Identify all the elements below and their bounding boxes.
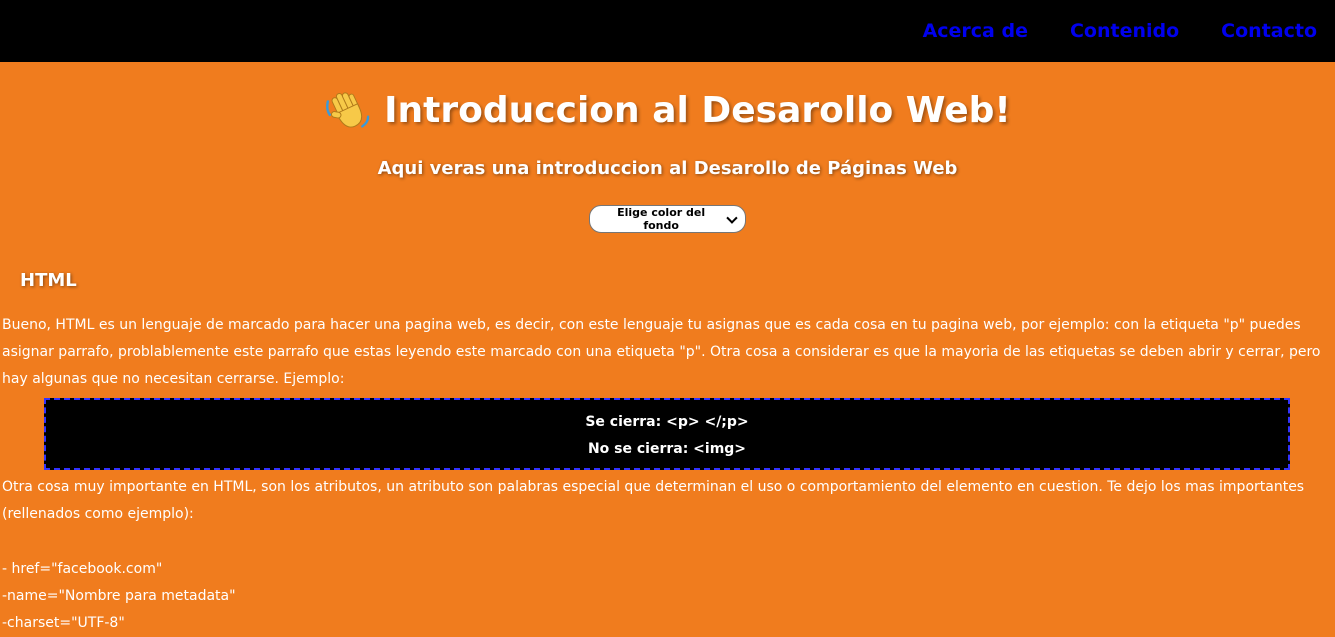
title-row: Introduccion al Desarollo Web! [324,82,1011,140]
page-title: Introduccion al Desarollo Web! [384,90,1011,131]
html-intro-paragraph: Bueno, HTML es un lenguaje de marcado pa… [2,317,1321,387]
nav-link-acerca-de[interactable]: Acerca de [923,18,1028,44]
code-example-box: Se cierra: <p> </;p> No se cierra: <img> [44,398,1290,470]
code-line-closing: Se cierra: <p> </;p> [585,414,749,430]
bg-color-select-wrap: Elige color del fondo [0,201,1335,233]
code-line-self-closing: No se cierra: <img> [587,441,747,457]
nav-link-contacto[interactable]: Contacto [1221,18,1317,44]
nav-link-contenido[interactable]: Contenido [1070,18,1179,44]
bg-color-select[interactable]: Elige color del fondo [589,205,746,233]
bg-color-select-value: Elige color del fondo [617,206,706,232]
chevron-down-icon [726,211,738,224]
section-heading-html: HTML [20,270,77,291]
attributes-list: - href="facebook.com" -name="Nombre para… [2,556,236,637]
page-subtitle: Aqui veras una introduccion al Desarollo… [377,158,958,179]
list-item: - href="facebook.com" [2,561,163,577]
list-item: -charset="UTF-8" [2,615,125,631]
hero-header: Introduccion al Desarollo Web! [0,82,1335,140]
list-item: -name="Nombre para metadata" [2,588,236,604]
main-nav: Acerca de Contenido Contacto [923,18,1317,44]
top-navbar: Acerca de Contenido Contacto [0,0,1335,62]
attributes-paragraph: Otra cosa muy importante en HTML, son lo… [2,479,1305,522]
waving-hand-icon [326,92,370,128]
